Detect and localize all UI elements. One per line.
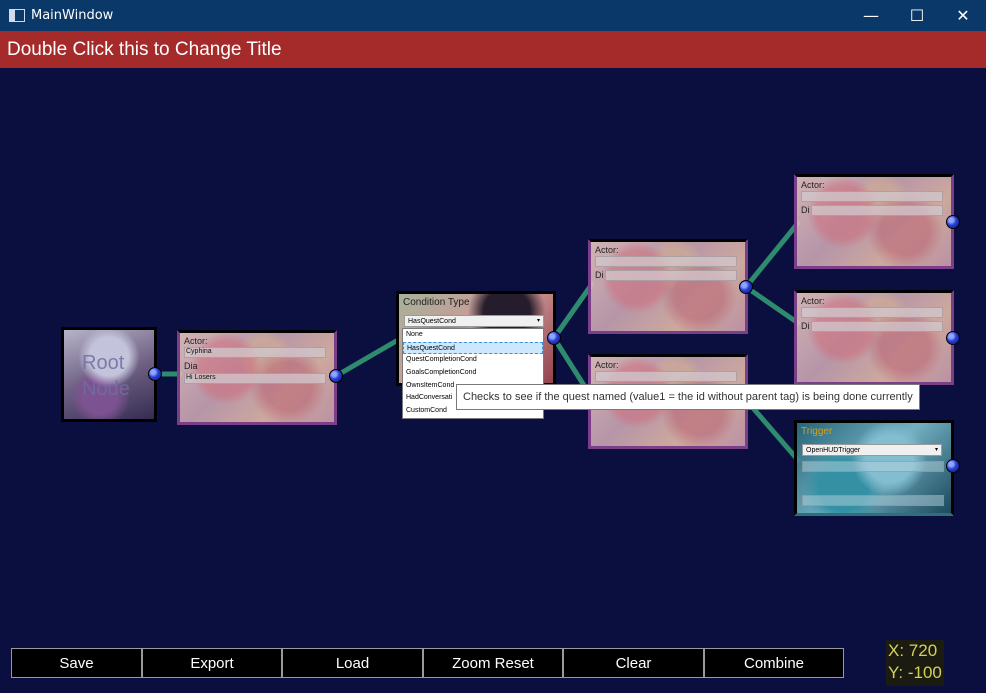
root-node[interactable]: Root Node <box>61 327 157 422</box>
close-button[interactable]: ✕ <box>940 0 986 31</box>
trigger-param-field-1[interactable] <box>802 461 944 472</box>
root-output-port[interactable] <box>148 367 162 381</box>
window-titlebar: MainWindow — ☐ ✕ <box>0 0 986 31</box>
export-button[interactable]: Export <box>142 648 282 678</box>
actor-label: Actor: <box>595 360 619 370</box>
maximize-button[interactable]: ☐ <box>894 0 940 31</box>
actor-label: Actor: <box>595 245 619 255</box>
wire-condition-actor1 <box>551 281 595 341</box>
window-title: MainWindow <box>31 8 114 23</box>
save-button[interactable]: Save <box>11 648 142 678</box>
wire-actor1-actor3 <box>743 220 801 290</box>
dialogue-node[interactable]: Actor: Cyphina Dia Hi Losers <box>177 330 337 425</box>
chevron-down-icon: ▾ <box>536 318 540 324</box>
actor-node-1[interactable]: Actor: Di <box>588 239 748 334</box>
actor-label: Actor: <box>801 296 825 306</box>
actor-field[interactable] <box>595 256 737 267</box>
dropdown-option[interactable]: QuestCompletionCond <box>403 354 543 367</box>
wire-dialogue-condition <box>333 337 401 379</box>
dialogue-text-value: Hi Losers <box>186 374 216 381</box>
trigger-node[interactable]: Trigger OpenHUDTrigger ▾ <box>794 420 954 516</box>
node-graph-canvas[interactable]: Root Node Actor: Cyphina Dia Hi Losers C… <box>0 68 986 693</box>
trigger-type-combobox[interactable]: OpenHUDTrigger ▾ <box>802 444 942 456</box>
app-icon <box>9 9 25 22</box>
actor-label: Actor: <box>801 180 825 190</box>
root-node-label-1: Root <box>82 352 125 374</box>
y-coordinate: Y: -100 <box>888 663 942 682</box>
editable-title-banner[interactable]: Double Click this to Change Title <box>0 31 986 68</box>
clear-button[interactable]: Clear <box>563 648 704 678</box>
trigger-output-port[interactable] <box>946 459 960 473</box>
coordinate-readout: X: 720 Y: -100 <box>886 640 944 686</box>
condition-type-selected: HasQuestCond <box>408 318 456 325</box>
dialogue-actor-value: Cyphina <box>186 348 212 355</box>
dialogue-actor-label: Actor: <box>184 336 208 346</box>
wire-actor1-actor4 <box>743 284 801 326</box>
dropdown-option-highlighted[interactable]: HasQuestCond <box>403 341 543 355</box>
actor-field[interactable] <box>801 307 943 318</box>
actor-node-4[interactable]: Actor: Di <box>794 290 954 385</box>
actor-field[interactable] <box>801 191 943 202</box>
condition-type-label: Condition Type <box>403 297 470 308</box>
combine-button[interactable]: Combine <box>704 648 844 678</box>
root-node-label-2: Node <box>82 378 130 400</box>
dialogue-field[interactable] <box>811 321 943 332</box>
condition-output-port[interactable] <box>547 331 561 345</box>
x-coordinate: X: 720 <box>888 641 938 660</box>
dialogue-label: Di <box>801 321 810 331</box>
dialogue-label: Di <box>595 270 604 280</box>
dialogue-field[interactable] <box>811 205 943 216</box>
option-tooltip: Checks to see if the quest named (value1… <box>456 384 920 410</box>
actor-field[interactable] <box>595 371 737 382</box>
trigger-param-field-2[interactable] <box>802 495 944 506</box>
minimize-button[interactable]: — <box>848 0 894 31</box>
chevron-down-icon: ▾ <box>934 447 938 453</box>
dropdown-option[interactable]: None <box>403 329 543 342</box>
zoom-reset-button[interactable]: Zoom Reset <box>423 648 563 678</box>
actor-node-3[interactable]: Actor: Di <box>794 174 954 269</box>
actor4-output-port[interactable] <box>946 331 960 345</box>
actor1-output-port[interactable] <box>739 280 753 294</box>
dialogue-label: Di <box>801 205 810 215</box>
trigger-label: Trigger <box>801 426 833 437</box>
dialogue-output-port[interactable] <box>329 369 343 383</box>
condition-type-combobox[interactable]: HasQuestCond ▾ <box>404 315 544 327</box>
trigger-type-selected: OpenHUDTrigger <box>806 447 861 454</box>
load-button[interactable]: Load <box>282 648 423 678</box>
actor3-output-port[interactable] <box>946 215 960 229</box>
dialogue-field[interactable] <box>605 270 737 281</box>
dialogue-text-label: Dia <box>184 361 198 371</box>
dropdown-option[interactable]: GoalsCompletionCond <box>403 367 543 380</box>
